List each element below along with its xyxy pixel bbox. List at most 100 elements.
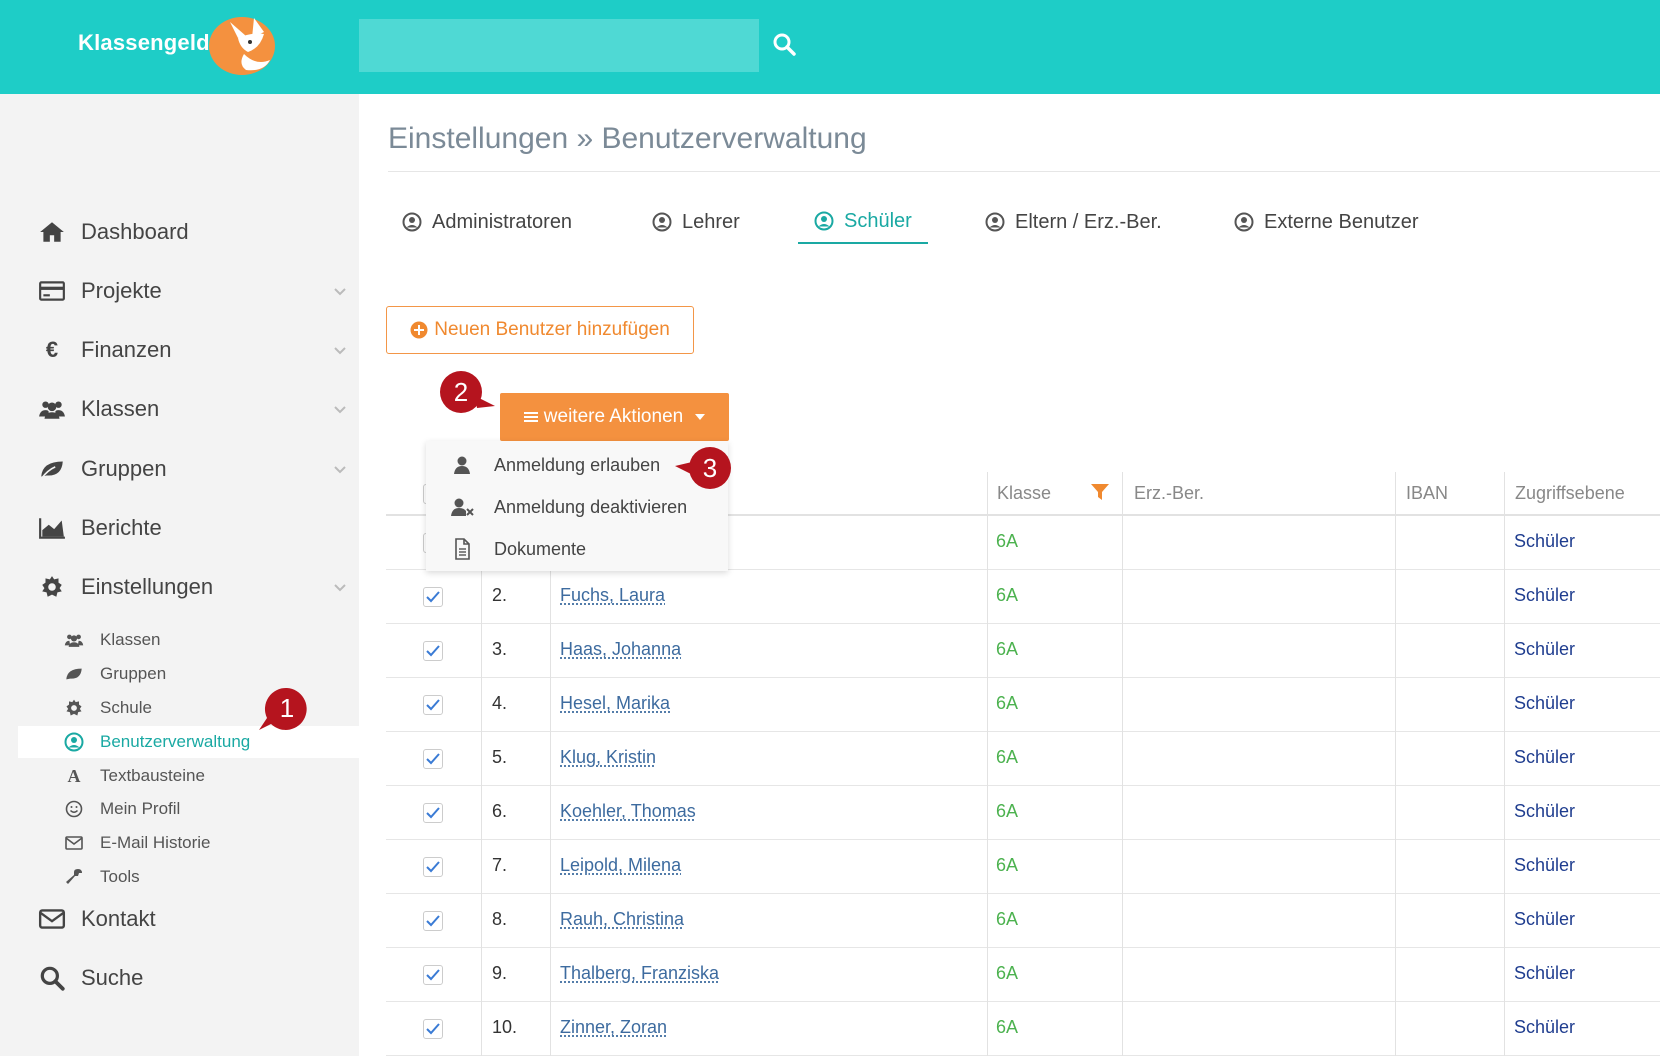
student-name-link[interactable]: Klug, Kristin (560, 747, 656, 768)
callout-marker-3: 3 (675, 446, 732, 490)
tab-lehrer[interactable]: Lehrer (652, 200, 740, 244)
chevron-down-icon[interactable] (332, 401, 348, 417)
tab-externe-benutzer[interactable]: Externe Benutzer (1234, 200, 1419, 244)
row-checkbox[interactable] (423, 641, 443, 661)
sidebar-item-label: Projekte (81, 278, 162, 303)
row-checkbox[interactable] (423, 803, 443, 823)
tab-schueler[interactable]: Schüler (798, 200, 928, 244)
access-level-value[interactable]: Schüler (1514, 693, 1575, 714)
credit-card-icon (39, 281, 65, 301)
column-header-klasse[interactable]: Klasse (997, 483, 1051, 504)
user-circle-icon (402, 212, 422, 232)
table-row[interactable]: 3. Haas, Johanna 6A Schüler (386, 624, 1660, 678)
access-level-value[interactable]: Schüler (1514, 909, 1575, 930)
row-checkbox[interactable] (423, 1019, 443, 1039)
student-name-link[interactable]: Hesel, Marika (560, 693, 670, 714)
row-number: 2. (492, 585, 508, 605)
student-name-link[interactable]: Leipold, Milena (560, 855, 681, 876)
chevron-down-icon[interactable] (332, 579, 348, 595)
table-row[interactable]: 4. Hesel, Marika 6A Schüler (386, 678, 1660, 732)
access-level-value[interactable]: Schüler (1514, 963, 1575, 984)
chevron-down-icon[interactable] (332, 461, 348, 477)
table-row[interactable]: 5. Klug, Kristin 6A Schüler (386, 732, 1660, 786)
callout-marker-1: 1 (259, 686, 309, 730)
chevron-down-icon[interactable] (332, 342, 348, 358)
filter-icon[interactable] (1090, 482, 1110, 502)
tab-label: Schüler (844, 209, 912, 232)
access-level-value[interactable]: Schüler (1514, 801, 1575, 822)
sidebar-item-label: Kontakt (81, 906, 156, 931)
class-value: 6A (996, 1017, 1019, 1037)
tab-label: Lehrer (682, 210, 740, 233)
search-icon[interactable] (770, 30, 800, 60)
access-level-value[interactable]: Schüler (1514, 855, 1575, 876)
tab-eltern[interactable]: Eltern / Erz.-Ber. (985, 200, 1162, 244)
student-name-link[interactable]: Zinner, Zoran (560, 1017, 667, 1038)
sidebar-subitem-klassen[interactable]: Klassen (18, 624, 359, 656)
wrench-icon (66, 869, 82, 884)
student-name-link[interactable]: Haas, Johanna (560, 639, 681, 660)
sidebar-item-dashboard[interactable]: Dashboard (0, 212, 359, 252)
sidebar-item-label: Finanzen (81, 337, 172, 362)
document-icon (455, 538, 470, 560)
row-checkbox[interactable] (423, 587, 443, 607)
table-row[interactable]: 6. Koehler, Thomas 6A Schüler (386, 786, 1660, 840)
leaf-icon (66, 668, 82, 680)
access-level-value[interactable]: Schüler (1514, 531, 1575, 552)
sidebar-subitem-email-historie[interactable]: E-Mail Historie (18, 827, 359, 859)
sidebar-item-einstellungen[interactable]: Einstellungen (0, 567, 359, 607)
sidebar-item-suche[interactable]: Suche (0, 958, 359, 998)
envelope-icon (65, 836, 83, 850)
row-checkbox[interactable] (423, 749, 443, 769)
tab-administratoren[interactable]: Administratoren (402, 200, 572, 244)
envelope-icon (38, 909, 66, 929)
chevron-down-icon[interactable] (332, 283, 348, 299)
fox-logo-icon[interactable] (208, 14, 282, 76)
search-input[interactable] (359, 19, 759, 72)
column-header-iban[interactable]: IBAN (1406, 483, 1448, 504)
add-user-button[interactable]: Neuen Benutzer hinzufügen (386, 306, 694, 354)
row-checkbox[interactable] (423, 695, 443, 715)
row-number: 9. (492, 963, 508, 983)
table-row[interactable]: 10. Zinner, Zoran 6A Schüler (386, 1002, 1660, 1056)
users-icon (39, 401, 65, 419)
logo-text[interactable]: Klassengeld (78, 30, 210, 56)
menu-item-dokumente[interactable]: Dokumente (426, 529, 728, 569)
user-times-icon (451, 498, 474, 516)
sidebar-item-gruppen[interactable]: Gruppen (0, 449, 359, 489)
sidebar-item-projekte[interactable]: Projekte (0, 271, 359, 311)
column-header-erz-ber[interactable]: Erz.-Ber. (1134, 483, 1204, 504)
row-checkbox[interactable] (423, 857, 443, 877)
sidebar-item-berichte[interactable]: Berichte (0, 508, 359, 548)
sidebar-item-kontakt[interactable]: Kontakt (0, 899, 359, 939)
tab-label: Administratoren (432, 210, 573, 233)
access-level-value[interactable]: Schüler (1514, 1017, 1575, 1038)
table-row[interactable]: 8. Rauh, Christina 6A Schüler (386, 894, 1660, 948)
row-number: 10. (492, 1017, 518, 1037)
row-checkbox[interactable] (423, 965, 443, 985)
column-divider (1395, 472, 1396, 1056)
row-checkbox[interactable] (423, 911, 443, 931)
more-actions-button[interactable]: weitere Aktionen (500, 393, 729, 441)
access-level-value[interactable]: Schüler (1514, 747, 1575, 768)
sidebar-subitem-label: Benutzerverwaltung (100, 732, 251, 751)
menu-item-anmeldung-deaktivieren[interactable]: Anmeldung deaktivieren (426, 487, 728, 527)
sidebar-subitem-textbausteine[interactable]: A Textbausteine (18, 760, 359, 792)
table-row[interactable]: 2. Fuchs, Laura 6A Schüler (386, 570, 1660, 624)
access-level-value[interactable]: Schüler (1514, 585, 1575, 606)
table-row[interactable]: 9. Thalberg, Franziska 6A Schüler (386, 948, 1660, 1002)
check-icon (426, 591, 440, 603)
user-circle-icon (985, 212, 1005, 232)
sidebar-subitem-tools[interactable]: Tools (18, 861, 359, 893)
student-name-link[interactable]: Thalberg, Franziska (560, 963, 719, 984)
access-level-value[interactable]: Schüler (1514, 639, 1575, 660)
sidebar-subitem-mein-profil[interactable]: Mein Profil (18, 793, 359, 825)
student-name-link[interactable]: Koehler, Thomas (560, 801, 696, 822)
column-header-zugriffsebene[interactable]: Zugriffsebene (1515, 483, 1625, 504)
sidebar-item-klassen[interactable]: Klassen (0, 389, 359, 429)
student-name-link[interactable]: Rauh, Christina (560, 909, 684, 930)
student-name-link[interactable]: Fuchs, Laura (560, 585, 665, 606)
column-divider (987, 472, 988, 1056)
table-row[interactable]: 7. Leipold, Milena 6A Schüler (386, 840, 1660, 894)
sidebar-item-finanzen[interactable]: € Finanzen (0, 330, 359, 370)
